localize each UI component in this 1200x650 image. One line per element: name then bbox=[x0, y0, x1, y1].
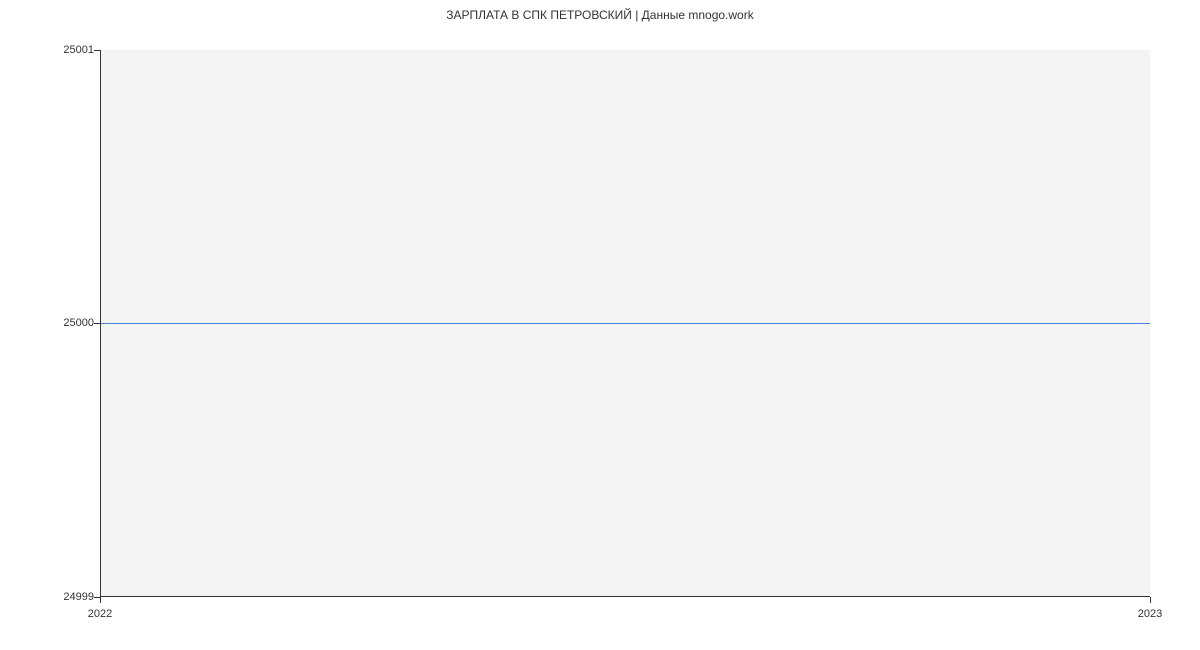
y-tick-label: 25001 bbox=[63, 44, 94, 56]
y-tick bbox=[94, 50, 100, 51]
y-tick bbox=[94, 323, 100, 324]
y-tick-label: 25000 bbox=[63, 317, 94, 329]
y-tick-label: 24999 bbox=[63, 591, 94, 603]
chart-title: ЗАРПЛАТА В СПК ПЕТРОВСКИЙ | Данные mnogo… bbox=[0, 8, 1200, 22]
x-tick-label: 2022 bbox=[88, 608, 112, 620]
x-tick-label: 2023 bbox=[1138, 608, 1162, 620]
plot-area bbox=[100, 50, 1150, 597]
x-tick bbox=[100, 597, 101, 603]
x-tick bbox=[1150, 597, 1151, 603]
series-line bbox=[101, 323, 1150, 324]
